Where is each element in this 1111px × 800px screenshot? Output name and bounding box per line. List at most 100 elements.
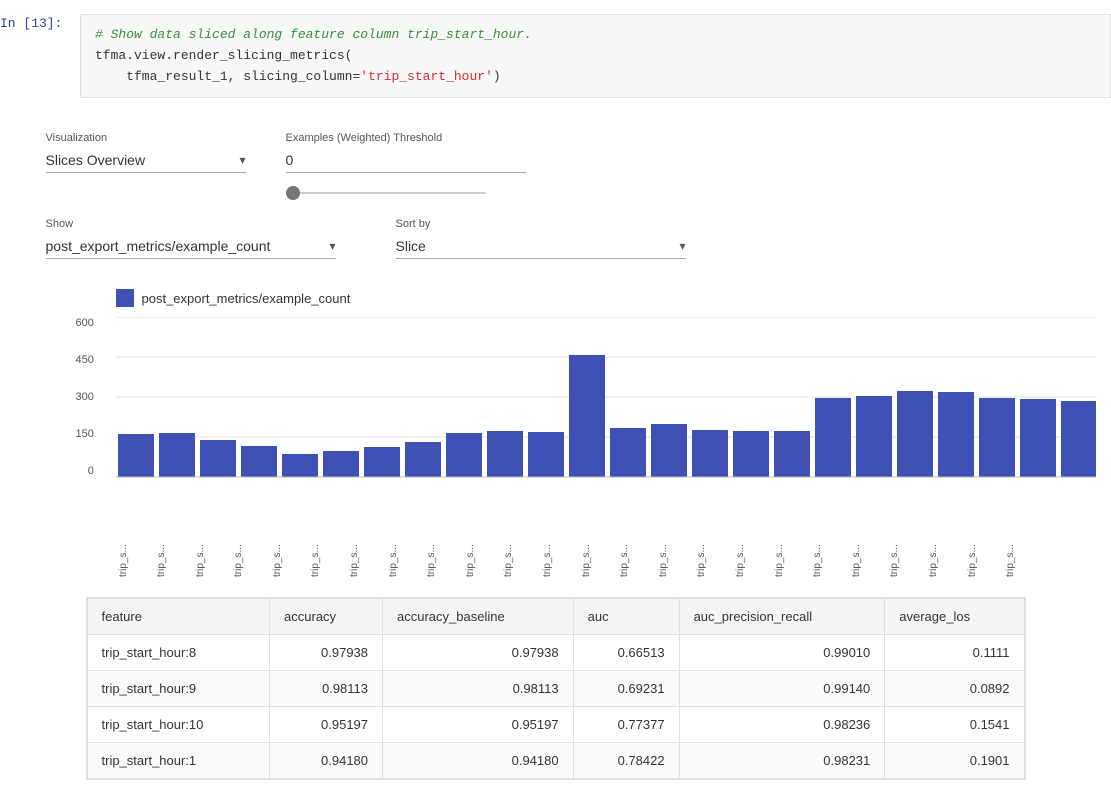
sort-label: Sort by	[396, 218, 686, 230]
x-label-15: trip_s...	[696, 539, 734, 577]
x-label-18: trip_s...	[812, 539, 850, 577]
table-cell-1-4: 0.99140	[679, 671, 885, 707]
bar-10	[528, 432, 564, 477]
y-label-600: 600	[76, 317, 94, 329]
table-row: trip_start_hour:10.941800.941800.784220.…	[87, 743, 1024, 779]
bar-17	[815, 398, 851, 477]
table-cell-1-1: 0.98113	[270, 671, 383, 707]
bar-11	[569, 355, 605, 477]
col-header-accuracy-baseline: accuracy_baseline	[383, 599, 574, 635]
table-row: trip_start_hour:100.951970.951970.773770…	[87, 707, 1024, 743]
code-func: tfma.view.render_slicing_metrics(	[95, 48, 352, 63]
x-label-16: trip_s...	[735, 539, 773, 577]
chart-area: post_export_metrics/example_count 600 45…	[46, 289, 1066, 577]
table-cell-1-5: 0.0892	[885, 671, 1024, 707]
threshold-slider[interactable]	[286, 192, 486, 194]
show-value: post_export_metrics/example_count	[46, 238, 271, 254]
slider-container	[286, 183, 526, 198]
visualization-group: Visualization Slices Overview ▾	[46, 132, 246, 173]
bar-2	[200, 440, 236, 477]
bar-22	[1020, 399, 1056, 477]
col-header-average-loss: average_los	[885, 599, 1024, 635]
col-header-auc: auc	[573, 599, 679, 635]
x-label-17: trip_s...	[774, 539, 812, 577]
code-paren: )	[493, 69, 501, 84]
bar-15	[733, 431, 769, 477]
show-group: Show post_export_metrics/example_count ▾	[46, 218, 336, 259]
x-label-7: trip_s...	[388, 539, 426, 577]
table-cell-2-4: 0.98236	[679, 707, 885, 743]
table-cell-3-5: 0.1901	[885, 743, 1024, 779]
sort-value: Slice	[396, 238, 426, 254]
data-table-area: feature accuracy accuracy_baseline auc a…	[86, 597, 1026, 780]
code-block: # Show data sliced along feature column …	[80, 14, 1111, 98]
table-cell-0-0: trip_start_hour:8	[87, 635, 270, 671]
col-header-feature: feature	[87, 599, 270, 635]
table-cell-2-0: trip_start_hour:10	[87, 707, 270, 743]
widget-area: Visualization Slices Overview ▾ Examples…	[6, 112, 1106, 800]
bar-1	[159, 433, 195, 477]
table-cell-0-1: 0.97938	[270, 635, 383, 671]
x-label-5: trip_s...	[310, 539, 348, 577]
table-header-row: feature accuracy accuracy_baseline auc a…	[87, 599, 1024, 635]
bar-12	[610, 428, 646, 477]
controls-top-row: Visualization Slices Overview ▾ Examples…	[46, 132, 1066, 198]
show-dropdown[interactable]: post_export_metrics/example_count ▾	[46, 234, 336, 259]
bar-0	[118, 434, 154, 477]
visualization-value: Slices Overview	[46, 152, 146, 168]
show-label: Show	[46, 218, 336, 230]
x-label-21: trip_s...	[928, 539, 966, 577]
bar-21	[979, 398, 1015, 477]
bar-chart-svg	[116, 317, 1096, 537]
bar-18	[856, 396, 892, 477]
x-label-4: trip_s...	[272, 539, 310, 577]
bar-16	[774, 431, 810, 477]
bar-7	[405, 442, 441, 477]
table-cell-3-1: 0.94180	[270, 743, 383, 779]
x-label-10: trip_s...	[503, 539, 541, 577]
table-cell-2-5: 0.1541	[885, 707, 1024, 743]
x-label-13: trip_s...	[619, 539, 657, 577]
visualization-dropdown[interactable]: Slices Overview ▾	[46, 148, 246, 173]
x-label-20: trip_s...	[889, 539, 927, 577]
x-label-3: trip_s...	[233, 539, 271, 577]
x-label-2: trip_s...	[195, 539, 233, 577]
table-cell-1-3: 0.69231	[573, 671, 679, 707]
y-axis: 600 450 300 150 0	[76, 317, 94, 477]
cell-input-row: In [13]: # Show data sliced along featur…	[0, 10, 1111, 102]
table-cell-0-3: 0.66513	[573, 635, 679, 671]
show-arrow-icon: ▾	[329, 239, 335, 253]
chart-legend: post_export_metrics/example_count	[116, 289, 1046, 307]
x-label-12: trip_s...	[581, 539, 619, 577]
threshold-label: Examples (Weighted) Threshold	[286, 132, 526, 144]
code-line-2: tfma.view.render_slicing_metrics(	[95, 46, 1096, 67]
table-cell-3-3: 0.78422	[573, 743, 679, 779]
x-label-9: trip_s...	[465, 539, 503, 577]
sort-arrow-icon: ▾	[679, 239, 685, 253]
show-sort-row: Show post_export_metrics/example_count ▾…	[46, 218, 1066, 259]
cell-label: In [13]:	[0, 14, 80, 31]
col-header-auc-precision-recall: auc_precision_recall	[679, 599, 885, 635]
col-header-accuracy: accuracy	[270, 599, 383, 635]
y-label-150: 150	[76, 428, 94, 440]
x-label-11: trip_s...	[542, 539, 580, 577]
table-cell-2-1: 0.95197	[270, 707, 383, 743]
legend-label: post_export_metrics/example_count	[142, 291, 351, 306]
bar-chart-wrapper: 600 450 300 150 0	[116, 317, 1046, 577]
bar-5	[323, 451, 359, 477]
x-axis-labels: trip_s... trip_s... trip_s... trip_s... …	[116, 539, 1046, 577]
x-label-1: trip_s...	[156, 539, 194, 577]
bar-8	[446, 433, 482, 477]
threshold-input[interactable]	[286, 148, 526, 173]
table-row: trip_start_hour:90.981130.981130.692310.…	[87, 671, 1024, 707]
x-label-19: trip_s...	[851, 539, 889, 577]
sort-group: Sort by Slice ▾	[396, 218, 686, 259]
x-label-22: trip_s...	[967, 539, 1005, 577]
sort-dropdown[interactable]: Slice ▾	[396, 234, 686, 259]
x-label-0: trip_s...	[118, 539, 156, 577]
bar-6	[364, 447, 400, 477]
table-cell-0-5: 0.1111	[885, 635, 1024, 671]
y-label-0: 0	[76, 465, 94, 477]
threshold-group: Examples (Weighted) Threshold	[286, 132, 526, 198]
table-cell-0-2: 0.97938	[383, 635, 574, 671]
